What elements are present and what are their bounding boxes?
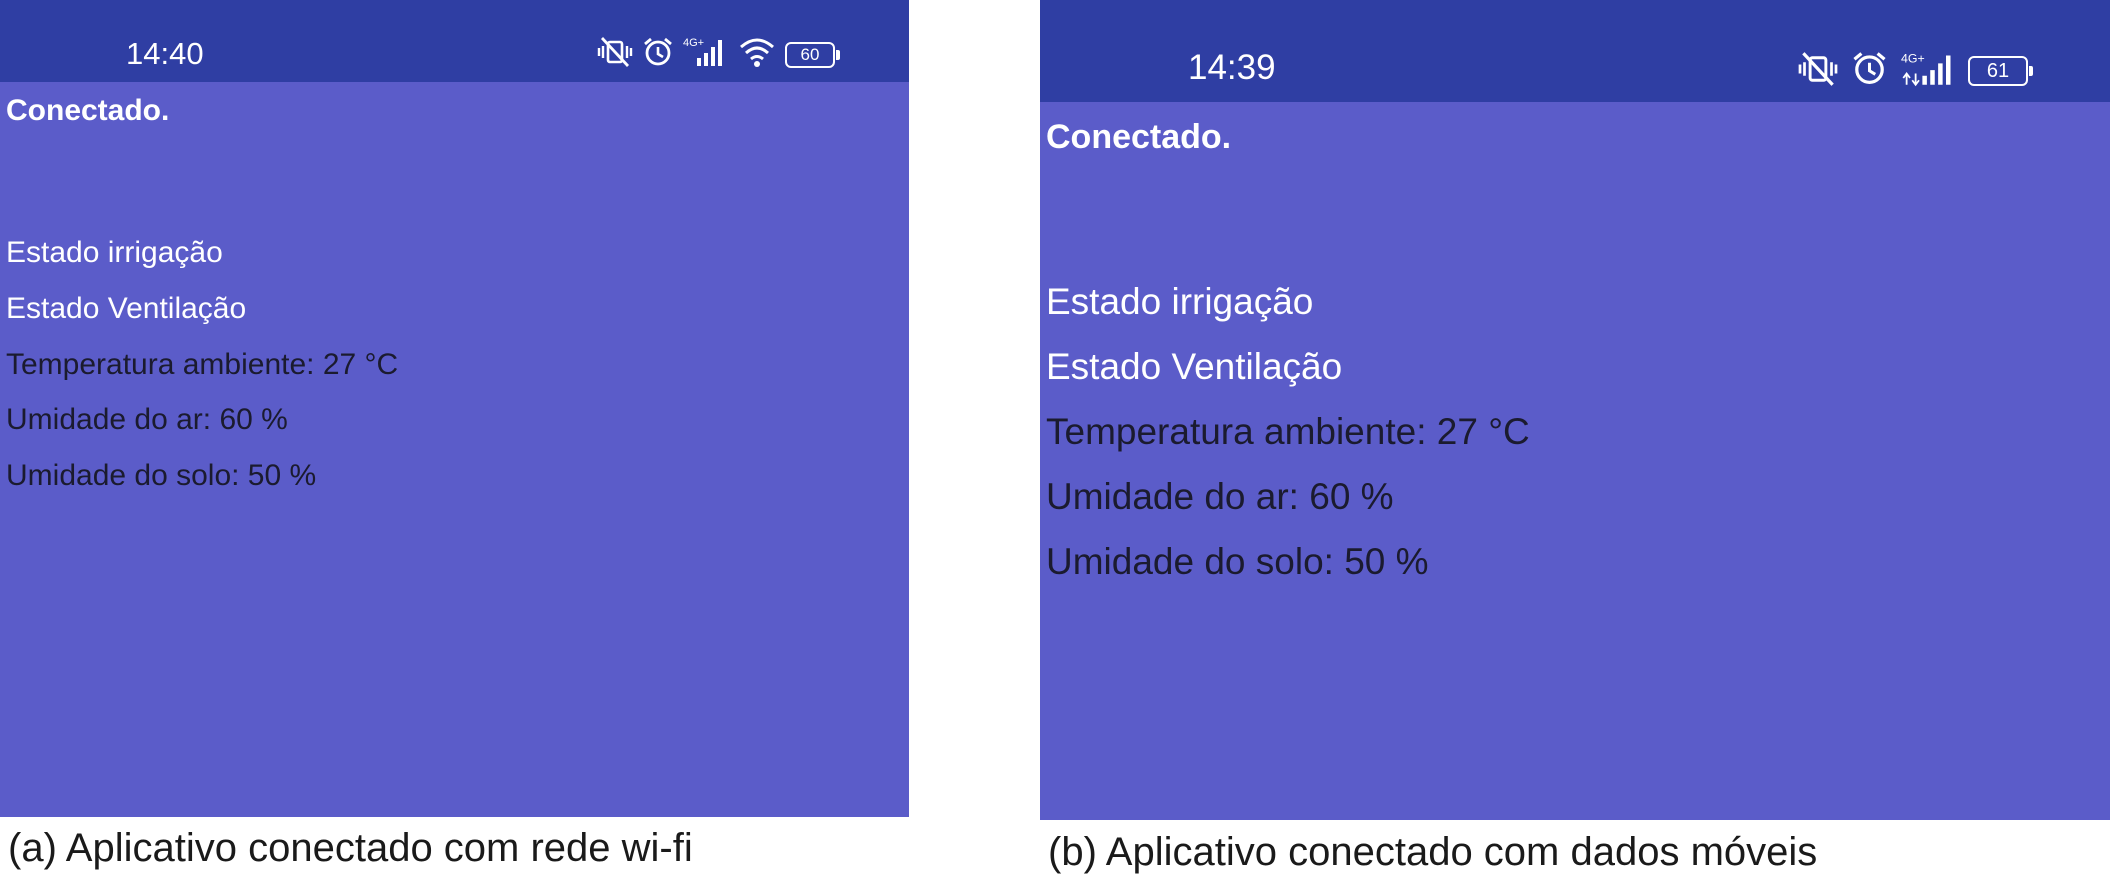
battery-level: 60	[785, 41, 835, 68]
status-time: 14:39	[1188, 48, 1276, 87]
irrigation-status: Estado irrigação	[6, 236, 223, 269]
signal-icon: 4G+	[683, 36, 729, 73]
soil-humidity: Umidade do solo: 50 %	[1046, 541, 1429, 582]
battery-icon: 60	[785, 41, 840, 68]
phone-screenshot-mobile-data: 14:39 4G+ 61 Conectado. Estado irrigação…	[1040, 0, 2110, 820]
app-content	[1040, 102, 2110, 820]
signal-icon: 4G+	[1900, 51, 1956, 92]
svg-text:4G+: 4G+	[1901, 51, 1925, 65]
status-icons: 4G+ 60	[597, 36, 840, 73]
status-bar: 14:39 4G+ 61	[1040, 0, 2110, 102]
app-content	[0, 82, 909, 817]
soil-humidity: Umidade do solo: 50 %	[6, 459, 317, 492]
battery-level: 61	[1968, 56, 2028, 86]
ambient-temperature: Temperatura ambiente: 27 °C	[1046, 411, 1530, 452]
battery-icon: 61	[1968, 56, 2033, 86]
phone-screenshot-wifi: 14:40 4G+ 60 Conectado. Estado irrigação…	[0, 0, 909, 817]
ventilation-status: Estado Ventilação	[1046, 346, 1343, 387]
irrigation-status: Estado irrigação	[1046, 281, 1314, 322]
connection-status: Conectado.	[1046, 118, 1232, 156]
vibrate-off-icon	[1797, 51, 1839, 92]
vibrate-off-icon	[597, 36, 633, 73]
alarm-icon	[1851, 50, 1888, 92]
svg-text:4G+: 4G+	[683, 37, 704, 49]
air-humidity: Umidade do ar: 60 %	[6, 403, 288, 436]
ambient-temperature: Temperatura ambiente: 27 °C	[6, 348, 399, 381]
figure-caption-a: (a) Aplicativo conectado com rede wi-fi	[8, 826, 693, 870]
connection-status: Conectado.	[6, 94, 170, 127]
status-bar: 14:40 4G+ 60	[0, 0, 909, 82]
alarm-icon	[642, 36, 674, 73]
status-icons: 4G+ 61	[1797, 50, 2033, 92]
ventilation-status: Estado Ventilação	[6, 292, 247, 325]
wifi-icon	[738, 36, 776, 73]
status-time: 14:40	[126, 36, 204, 71]
air-humidity: Umidade do ar: 60 %	[1046, 476, 1394, 517]
figure-caption-b: (b) Aplicativo conectado com dados móvei…	[1048, 830, 1818, 874]
